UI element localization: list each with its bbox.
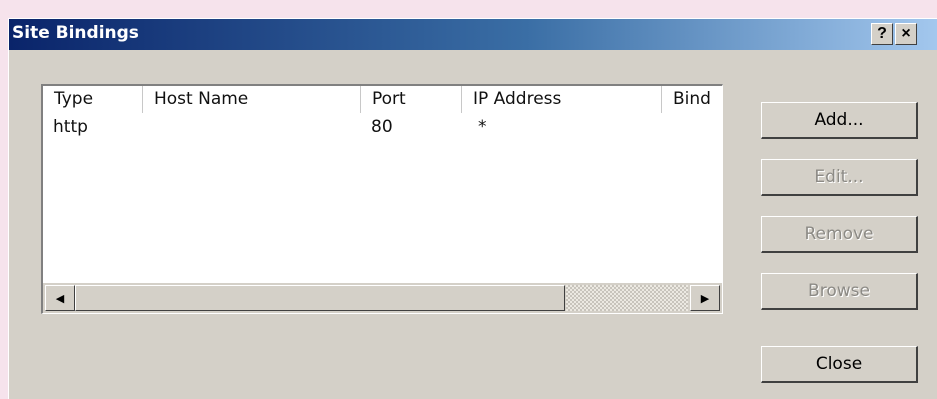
cell-type: http	[53, 117, 88, 137]
close-button[interactable]: Close	[761, 346, 918, 383]
bindings-list[interactable]: Type Host Name Port IP Address Bind http…	[41, 84, 723, 314]
list-header: Type Host Name Port IP Address Bind	[43, 86, 722, 113]
site-bindings-dialog: Site Bindings ? × Type Host Name Port IP…	[8, 18, 937, 399]
title-bar[interactable]: Site Bindings ? ×	[9, 19, 937, 50]
scroll-right-arrow-icon[interactable]: ▶	[690, 285, 720, 311]
scrollbar-track[interactable]	[566, 285, 688, 311]
close-window-button[interactable]: ×	[895, 23, 917, 45]
browse-button[interactable]: Browse	[761, 273, 918, 310]
dialog-title: Site Bindings	[12, 23, 139, 43]
scroll-left-arrow-icon[interactable]: ◀	[45, 285, 75, 311]
cell-ip-address: *	[478, 117, 487, 137]
column-header-ip-address[interactable]: IP Address	[462, 86, 662, 113]
cell-port: 80	[371, 117, 393, 137]
add-button[interactable]: Add...	[761, 102, 918, 139]
horizontal-scrollbar[interactable]: ◀ ▶	[43, 283, 722, 313]
column-header-type[interactable]: Type	[43, 86, 143, 113]
table-row[interactable]: http 80 *	[43, 114, 722, 140]
help-button[interactable]: ?	[871, 23, 893, 45]
scrollbar-thumb[interactable]	[75, 285, 565, 311]
column-header-host-name[interactable]: Host Name	[143, 86, 361, 113]
remove-button[interactable]: Remove	[761, 216, 918, 253]
column-header-port[interactable]: Port	[361, 86, 462, 113]
edit-button[interactable]: Edit...	[761, 159, 918, 196]
column-header-binding[interactable]: Bind	[662, 86, 722, 113]
